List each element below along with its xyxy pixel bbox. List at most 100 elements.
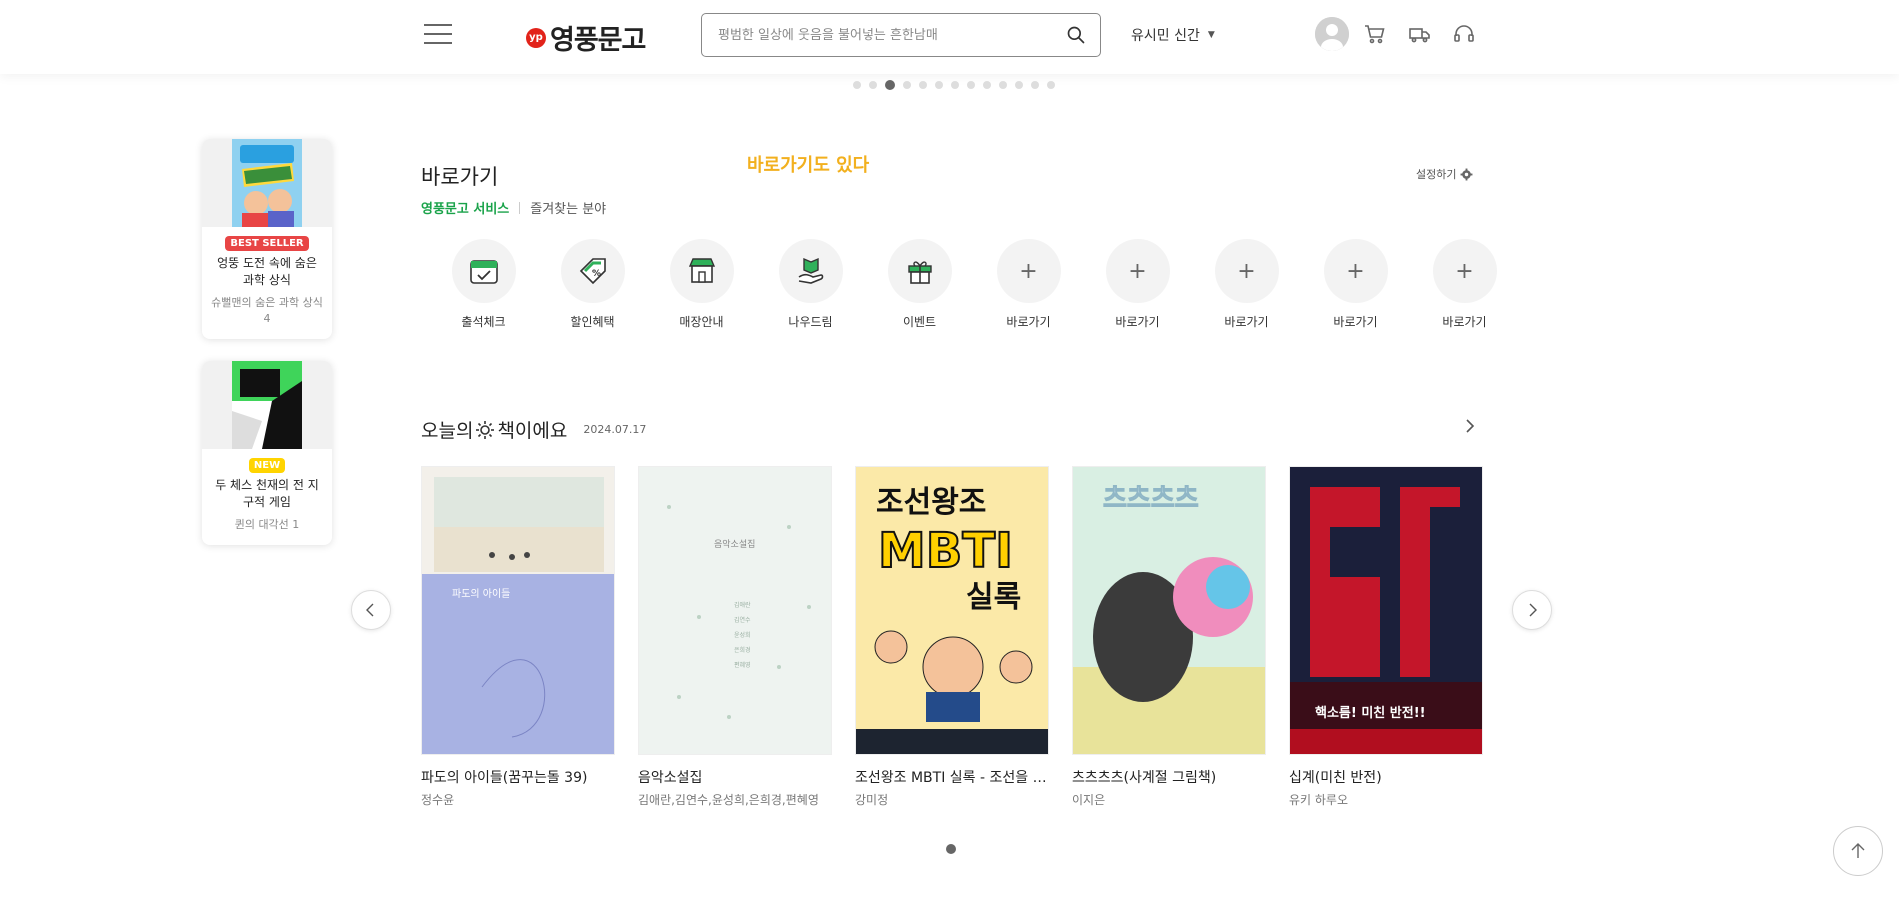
book-card[interactable]: 츠츠츠츠 츠츠츠츠(사계절 그림책) 이지은 [1072, 466, 1266, 808]
banner-pager-dot[interactable] [999, 81, 1007, 89]
settings-label: 설정하기 [1416, 168, 1457, 181]
book-title[interactable]: 조선왕조 MBTI 실록 - 조선을 이... [855, 767, 1049, 787]
shortcut-discount[interactable]: % 할인혜택 [538, 239, 647, 330]
tab-favorite-category[interactable]: 즐겨찾는 분야 [530, 198, 606, 217]
book-card[interactable]: 파도의 아이들 파도의 아이들(꿈꾸는돌 39) 정수윤 [421, 466, 615, 808]
plus-icon: + [1019, 258, 1038, 284]
book-author: 이지은 [1072, 793, 1106, 807]
book-card[interactable]: 음악소설집 김애란 김연수 윤성희 은희경 편혜영 음악소설집 김애란,김연수,윤성희,… [638, 466, 832, 808]
svg-text:MBTI: MBTI [878, 523, 1013, 579]
banner-pager-dot[interactable] [967, 81, 975, 89]
book-title[interactable]: 파도의 아이들(꿈꾸는돌 39) [421, 767, 615, 787]
banner-pager-dot[interactable] [853, 81, 861, 89]
svg-text:음악소설집: 음악소설집 [714, 538, 755, 550]
carousel-prev-button[interactable] [351, 590, 391, 630]
shortcut-add-1[interactable]: + 바로가기 [974, 239, 1083, 330]
shortcut-add-2[interactable]: + 바로가기 [1083, 239, 1192, 330]
book-title[interactable]: 음악소설집 [638, 767, 832, 787]
chevron-right-icon[interactable] [1462, 418, 1478, 438]
promo-card-new[interactable]: NEW 두 체스 천재의 전 지구적 게임 퀸의 대각선 1 [202, 361, 332, 545]
promo-card-bestseller[interactable]: BEST SELLER 엉뚱 도전 속에 숨은 과학 상식 슈뻘맨의 숨은 과학… [202, 139, 332, 339]
banner-pager-dot[interactable] [919, 81, 927, 89]
menu-icon[interactable] [424, 24, 452, 46]
shortcut-store-info[interactable]: 매장안내 [647, 239, 756, 330]
book-cover: 조선왕조 MBTI 실록 [855, 466, 1049, 755]
promo-title: 엉뚱 도전 속에 숨은 과학 상식 [217, 256, 317, 287]
shortcut-add-3[interactable]: + 바로가기 [1192, 239, 1301, 330]
site-logo[interactable]: yp 영풍문고 [526, 18, 646, 57]
svg-text:김애란: 김애란 [734, 601, 751, 609]
svg-text:은희경: 은희경 [734, 646, 751, 654]
book-cover: 츠츠츠츠 [1072, 466, 1266, 755]
svg-text:실록: 실록 [966, 580, 1021, 615]
book-cover: 파도의 아이들 [421, 466, 615, 755]
discount-tag-icon: % [579, 258, 606, 285]
promo-title: 두 체스 천재의 전 지구적 게임 [215, 478, 319, 509]
book-cover: 음악소설집 김애란 김연수 윤성희 은희경 편혜영 [638, 466, 832, 755]
scroll-to-top-button[interactable] [1833, 826, 1883, 876]
today-book-carousel: 파도의 아이들 파도의 아이들(꿈꾸는돌 39) 정수윤 음악소설집 김애란김연… [421, 466, 1483, 808]
banner-pager-dot[interactable] [885, 80, 895, 90]
user-icon[interactable] [1315, 17, 1349, 51]
logo-text: 영풍문고 [550, 25, 646, 56]
shortcut-list: 출석체크 % 할인혜택 매장안내 나우드림 이벤트 + 바로가기 + 바로가기 … [429, 239, 1519, 330]
book-title[interactable]: 츠츠츠츠(사계절 그림책) [1072, 767, 1266, 787]
banner-pager-dot[interactable] [983, 81, 991, 89]
banner-pager-dot[interactable] [951, 81, 959, 89]
banner-pager-dot[interactable] [1047, 81, 1055, 89]
tab-store-service[interactable]: 영풍문고 서비스 [421, 198, 509, 217]
gift-icon [907, 261, 932, 284]
store-icon [688, 258, 715, 283]
book-hand-icon [798, 257, 823, 284]
chevron-left-icon [366, 603, 374, 617]
plus-icon: + [1237, 258, 1256, 284]
book-cover: 핵소름! 미친 반전!! [1289, 466, 1483, 755]
shortcut-add-4[interactable]: + 바로가기 [1301, 239, 1410, 330]
book-card[interactable]: 조선왕조 MBTI 실록 조선왕조 MBTI 실록 - 조선을 이... 강미정 [855, 466, 1049, 808]
book-title[interactable]: 십계(미친 반전) [1289, 767, 1483, 787]
svg-text:%: % [592, 269, 601, 279]
promo-thumbnail [202, 139, 332, 227]
book-author: 김애란,김연수,윤성희,은희경,편혜영 [638, 793, 819, 807]
new-badge: NEW [248, 458, 286, 473]
search-input[interactable] [716, 26, 1066, 44]
book-card[interactable]: 핵소름! 미친 반전!! 십계(미친 반전) 유키 하루오 [1289, 466, 1483, 808]
calendar-check-icon [469, 260, 498, 284]
shortcut-add-5[interactable]: + 바로가기 [1410, 239, 1519, 330]
headset-icon[interactable] [1446, 16, 1482, 52]
section-title-shortcut: 바로가기 [421, 165, 499, 189]
banner-pager-dot[interactable] [869, 81, 877, 89]
banner-pager-dot[interactable] [1031, 81, 1039, 89]
plus-icon: + [1346, 258, 1365, 284]
settings-button[interactable]: 설정하기 [1416, 166, 1473, 182]
tab-divider [519, 201, 521, 214]
search-icon[interactable] [1066, 25, 1086, 45]
sun-icon [476, 420, 495, 439]
plus-icon: + [1455, 258, 1474, 284]
svg-text:파도의 아이들: 파도의 아이들 [452, 588, 510, 600]
shortcut-now-dream[interactable]: 나우드림 [756, 239, 865, 330]
book-author: 유키 하루오 [1289, 793, 1349, 807]
gear-icon [1461, 168, 1473, 180]
book-author: 정수윤 [421, 793, 455, 807]
category-label: 유시민 신간 [1131, 28, 1200, 44]
arrow-up-icon [1851, 843, 1865, 858]
section-title-today-book: 오늘의 책이에요 2024.07.17 [421, 420, 647, 442]
banner-pager-dot[interactable] [1015, 81, 1023, 89]
svg-text:편혜영: 편혜영 [734, 661, 751, 669]
shortcut-event[interactable]: 이벤트 [865, 239, 974, 330]
plus-icon: + [1128, 258, 1147, 284]
shortcut-attendance[interactable]: 출석체크 [429, 239, 538, 330]
banner-pager-dot[interactable] [903, 81, 911, 89]
shortcut-tabs: 영풍문고 서비스 즐겨찾는 분야 [421, 198, 606, 217]
svg-text:김연수: 김연수 [734, 616, 751, 624]
cart-icon[interactable] [1357, 16, 1393, 52]
promo-subtitle: 슈뻘맨의 숨은 과학 상식 4 [211, 296, 323, 325]
delivery-icon[interactable] [1402, 16, 1438, 52]
carousel-pager-dot[interactable] [946, 844, 956, 854]
promo-subtitle: 퀸의 대각선 1 [234, 518, 300, 531]
category-dropdown[interactable]: 유시민 신간 ▼ [1131, 25, 1215, 45]
banner-pager-dot[interactable] [935, 81, 943, 89]
carousel-next-button[interactable] [1512, 590, 1552, 630]
bestseller-badge: BEST SELLER [225, 236, 309, 251]
